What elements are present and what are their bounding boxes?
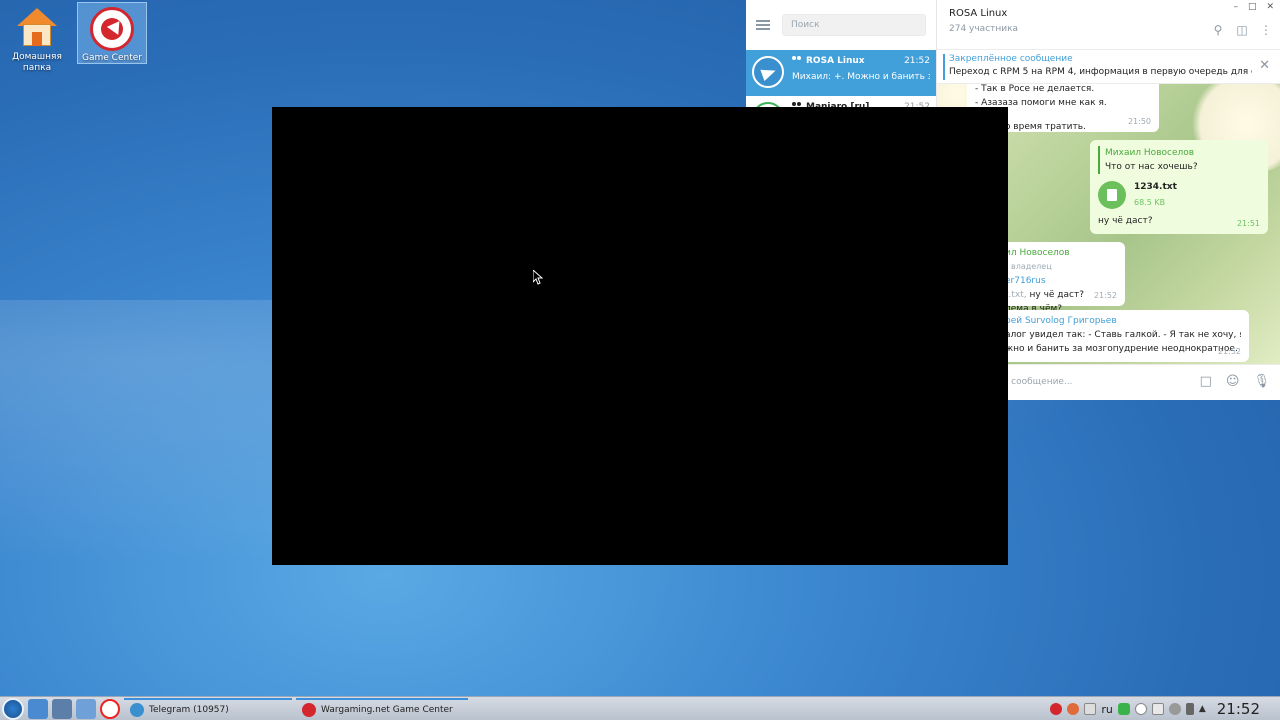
pinned-label: Закреплённое сообщение: [949, 54, 1073, 64]
tray-expand-icon[interactable]: ▲: [1199, 704, 1206, 714]
message-text: ну чё даст?: [1098, 216, 1153, 226]
show-desktop-icon[interactable]: [28, 698, 48, 719]
keyboard-layout[interactable]: ru: [1101, 703, 1113, 716]
command-icon[interactable]: □: [1200, 374, 1212, 389]
taskbar: Telegram (10957) Wargaming.net Game Cent…: [0, 696, 1280, 720]
desktop-icon-label: Game Center: [82, 53, 142, 63]
close-icon[interactable]: ✕: [1266, 2, 1274, 12]
home-folder-icon: [15, 6, 59, 50]
search-icon[interactable]: ⚲: [1212, 24, 1224, 36]
group-icon: [792, 56, 802, 63]
game-center-icon: [302, 702, 316, 717]
reply-text: ну чё даст?: [1026, 290, 1085, 300]
desktop-icon-label: Домашняя папка: [12, 52, 62, 73]
desktop-icon-game-center[interactable]: Game Center: [77, 2, 147, 64]
file-attachment[interactable]: 1234.txt 68.5 KB: [1098, 180, 1260, 210]
outgoing-message-bubble: Михаил Новоселов Что от нас хочешь? 1234…: [1090, 140, 1268, 234]
message-line: жно и банить за мозгопудрение неоднократ…: [1005, 344, 1238, 354]
file-icon: [1098, 181, 1126, 209]
chat-time: 21:52: [904, 56, 930, 66]
emoji-icon[interactable]: ☺: [1226, 374, 1240, 389]
minimize-icon[interactable]: –: [1233, 2, 1238, 12]
chat-title[interactable]: ROSA Linux: [949, 8, 1268, 19]
task-label: Wargaming.net Game Center: [321, 704, 453, 715]
clipboard-icon[interactable]: [1151, 703, 1164, 715]
close-pinned-icon[interactable]: ✕: [1259, 58, 1270, 73]
chat-item-rosa-linux[interactable]: ROSA Linux 21:52 Михаил: +. Можно и банит…: [746, 50, 936, 96]
chat-name: ROSA Linux: [806, 56, 865, 66]
wifi-icon[interactable]: [1134, 703, 1147, 715]
message-sender: рей Survolog Григорьев: [1005, 316, 1117, 326]
reply-file-prefix: t.txt,: [1005, 290, 1027, 300]
message-time: 21:51: [1236, 219, 1260, 228]
maximize-icon[interactable]: □: [1248, 2, 1257, 12]
message-line: алог увидел так: - Ставь галкой. - Я так…: [1005, 330, 1241, 340]
yandex-browser-icon[interactable]: [100, 698, 120, 719]
mouse-cursor-icon: [532, 268, 544, 288]
updates-check-icon[interactable]: [1117, 703, 1130, 715]
pinned-text: Переход с RPM 5 на RPM 4, информация в п…: [949, 67, 1252, 77]
message-time: 21:52: [1217, 347, 1241, 356]
notifications-icon[interactable]: [1067, 703, 1080, 715]
file-size: 68.5 KB: [1134, 198, 1166, 207]
system-tray: ru ▲ 21:52: [1050, 697, 1280, 720]
pinned-message[interactable]: Закреплённое сообщение Переход с RPM 5 н…: [937, 50, 1280, 84]
sender-role: владелец: [1011, 262, 1052, 271]
game-center-tray-icon[interactable]: [1050, 703, 1063, 715]
search-input[interactable]: Поиск: [782, 14, 926, 36]
telegram-icon: [130, 702, 144, 717]
taskbar-item-telegram[interactable]: Telegram (10957): [124, 697, 292, 720]
desktop-icon-home-folder[interactable]: Домашняя папка: [2, 2, 72, 73]
clock[interactable]: 21:52: [1217, 700, 1260, 718]
menu-icon[interactable]: [756, 20, 770, 30]
message-line: - Так в Росе не делается.: [975, 84, 1095, 94]
more-icon[interactable]: ⋮: [1260, 24, 1272, 36]
reply-sender: er716rus: [1005, 276, 1046, 286]
chat-preview: Михаил: +. Можно и банить за ...: [792, 72, 930, 82]
taskbar-item-game-center[interactable]: Wargaming.net Game Center: [296, 697, 468, 720]
message-bubble: рей Survolog Григорьев алог увидел так: …: [997, 310, 1249, 362]
battery-icon[interactable]: [1185, 703, 1194, 715]
game-center-icon: [90, 7, 134, 51]
window-controls: – □ ✕: [1233, 2, 1274, 12]
reply-quote[interactable]: Михаил Новоселов Что от нас хочешь?: [1098, 146, 1260, 174]
microphone-icon[interactable]: 🎙: [1253, 374, 1270, 389]
chat-header: – □ ✕ ROSA Linux 274 участника ⚲ ◫ ⋮: [937, 0, 1280, 50]
telegram-avatar-icon: [752, 56, 784, 88]
reply-sender: Михаил Новоселов: [1105, 148, 1195, 158]
task-label: Telegram (10957): [149, 704, 229, 715]
message-sender: ил Новоселов: [1005, 248, 1070, 258]
file-manager-icon[interactable]: [52, 698, 72, 719]
message-time: 21:50: [1127, 117, 1151, 126]
text-editor-icon[interactable]: [76, 698, 96, 719]
close-tray-icon[interactable]: [1084, 703, 1097, 715]
volume-icon[interactable]: [1168, 703, 1181, 715]
message-input-placeholder: ь сообщение...: [1003, 377, 1073, 387]
file-name: 1234.txt: [1134, 182, 1177, 192]
black-window[interactable]: [272, 107, 1008, 565]
start-menu-icon[interactable]: [2, 697, 24, 720]
sidebar-toggle-icon[interactable]: ◫: [1236, 24, 1248, 36]
message-bubble: ил Новоселов владелец er716rus t.txt, ну…: [997, 242, 1125, 314]
reply-text: Что от нас хочешь?: [1105, 162, 1198, 172]
message-time: 21:52: [1093, 291, 1117, 300]
